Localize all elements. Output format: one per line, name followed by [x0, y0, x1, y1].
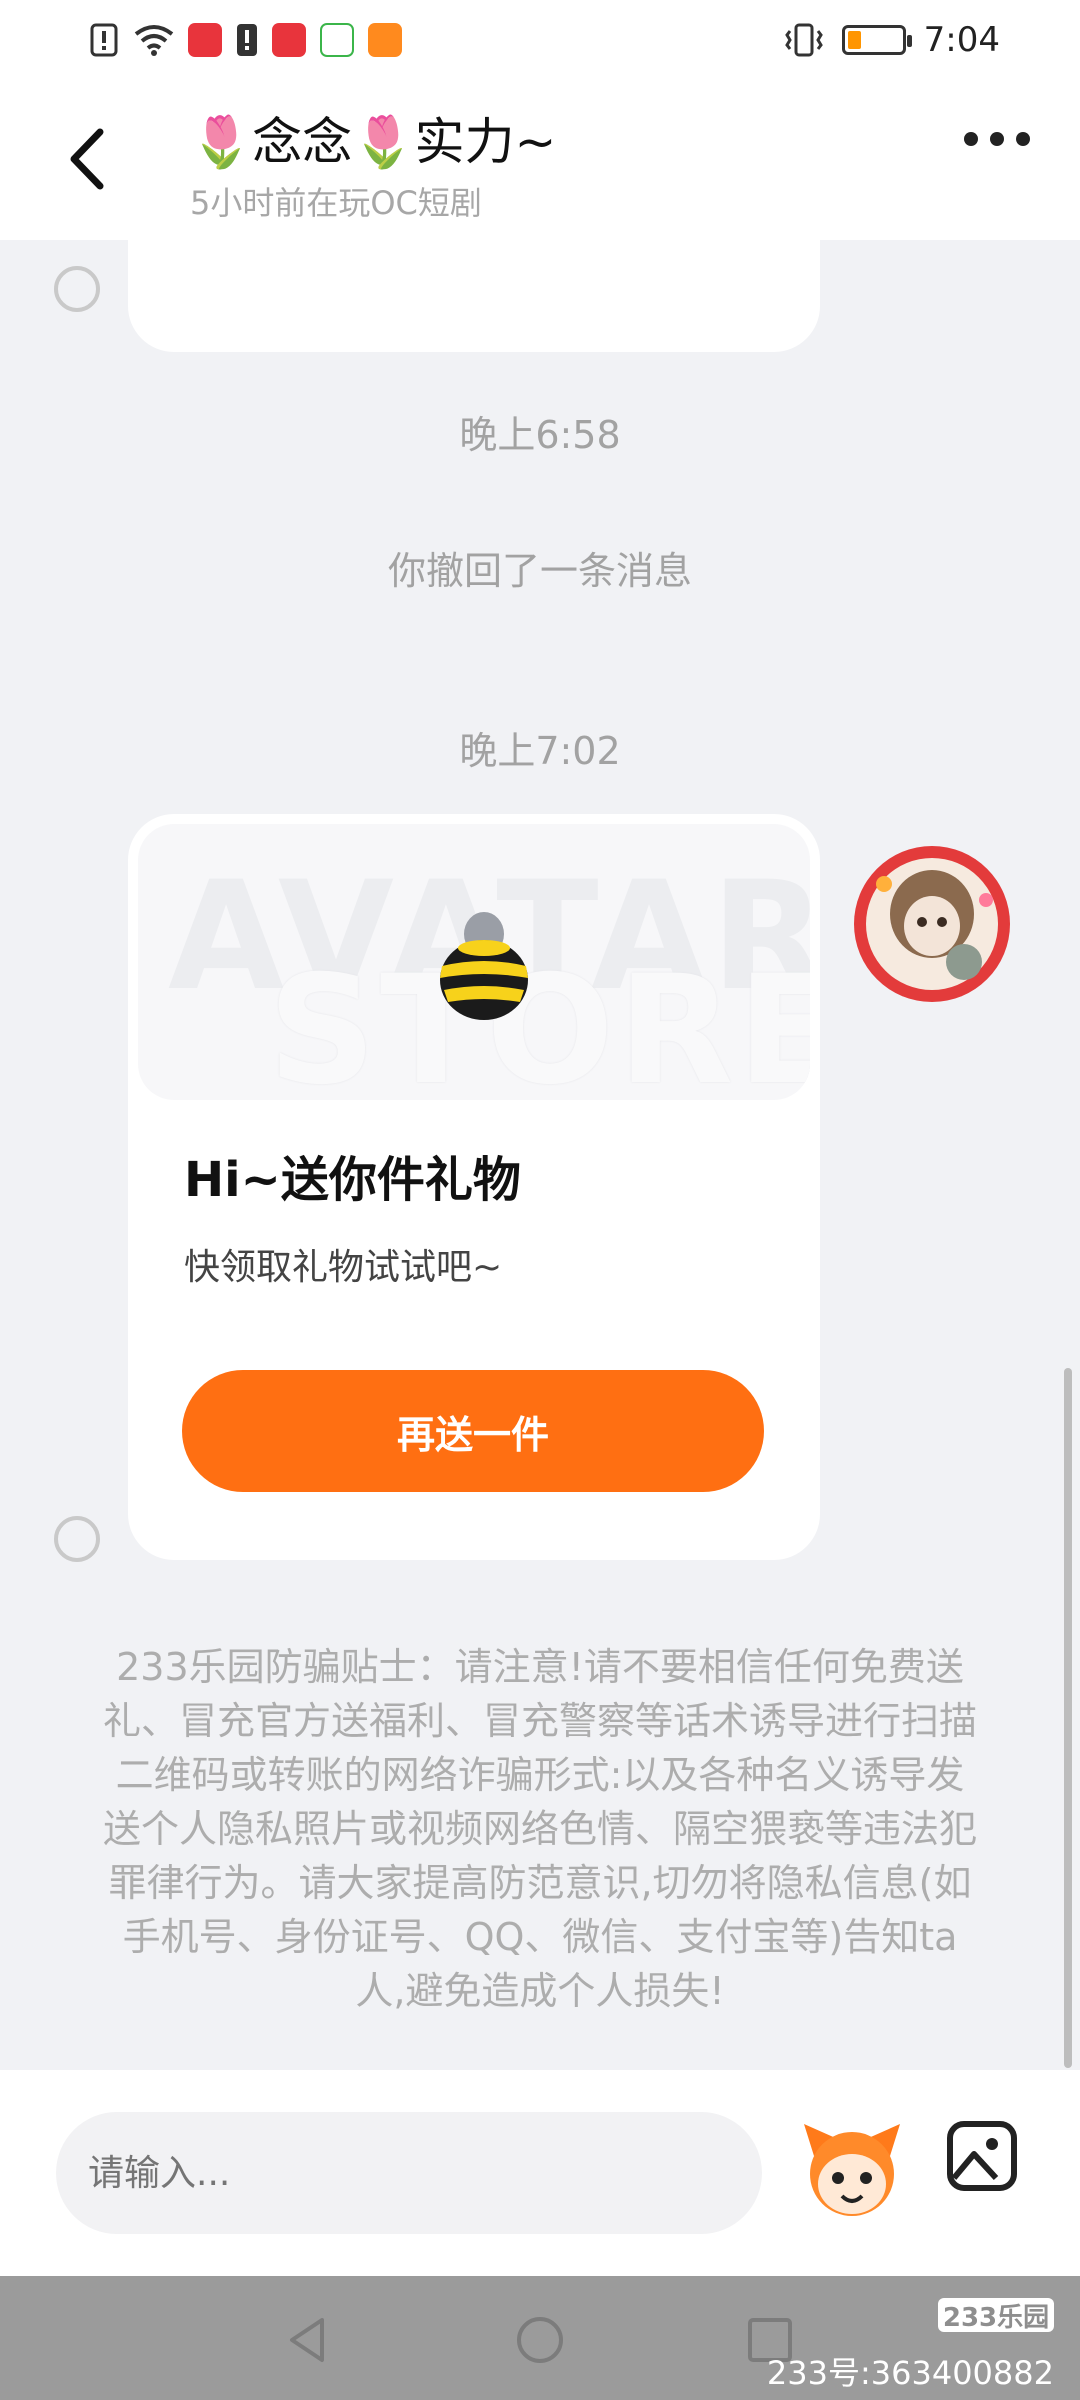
watermark-text: STORE [268, 944, 810, 1100]
select-radio[interactable] [54, 266, 100, 312]
gift-card[interactable]: AVATAR STORE Hi~送你件礼物 快领取礼物试试吧~ 再送一件 [128, 814, 820, 1560]
emoji-mascot-icon[interactable] [800, 2118, 904, 2222]
back-triangle-icon[interactable] [282, 2314, 334, 2366]
brand-logo: 233乐园 [938, 2298, 1054, 2333]
message-input-bar [0, 2070, 1080, 2276]
scrollbar[interactable] [1064, 1368, 1072, 2068]
video-app-icon [368, 23, 402, 57]
chat-subtitle: 5小时前在玩OC短剧 [190, 184, 482, 222]
gift-subtitle: 快领取礼物试试吧~ [184, 1247, 503, 1288]
select-radio[interactable] [54, 1516, 100, 1562]
status-time: 7:04 [923, 20, 1000, 60]
message-input[interactable] [56, 2112, 762, 2234]
user-avatar[interactable] [852, 844, 1012, 1004]
recalled-message-notice: 你撤回了一条消息 [387, 549, 692, 593]
wifi-icon [134, 25, 174, 56]
home-circle-icon[interactable] [514, 2314, 566, 2366]
timestamp: 晚上6:58 [459, 413, 621, 457]
bee-gift-icon [440, 912, 528, 1020]
chevron-left-icon[interactable] [60, 124, 120, 194]
more-dots-icon[interactable] [964, 132, 1030, 146]
chat-messages[interactable]: 晚上6:58 你撤回了一条消息 晚上7:02 AVATAR STORE Hi~送… [0, 240, 1080, 2070]
timestamp: 晚上7:02 [459, 729, 621, 773]
huawei-app-icon [272, 23, 306, 57]
battery-level [847, 31, 861, 49]
previous-gift-card[interactable] [128, 240, 820, 352]
vibrate-icon [784, 23, 823, 57]
huawei-app-icon [188, 23, 222, 57]
sim-alert-icon [237, 24, 257, 56]
gift-title: Hi~送你件礼物 [184, 1152, 521, 1208]
chat-title: 🌷念念🌷实力~ [190, 113, 557, 171]
system-nav-bar: 233乐园 233号:363400882 [0, 2276, 1080, 2400]
status-icons-left [90, 23, 402, 57]
gift-banner: AVATAR STORE [138, 824, 810, 1100]
status-icons-right: 7:04 [784, 20, 1000, 60]
send-another-gift-button[interactable]: 再送一件 [182, 1370, 764, 1492]
status-bar: 7:04 [0, 0, 1080, 80]
chat-header: 🌷念念🌷实力~ 5小时前在玩OC短剧 [0, 80, 1080, 240]
battery-icon [841, 25, 912, 55]
app-100-icon [320, 23, 354, 57]
alert-icon [90, 23, 118, 57]
user-id-watermark: 233号:363400882 [766, 2354, 1054, 2392]
image-icon[interactable] [946, 2120, 1018, 2192]
anti-fraud-notice: 233乐园防骗贴士：请注意!请不要相信任何免费送礼、冒充官方送福利、冒充警察等话… [102, 1645, 977, 2013]
